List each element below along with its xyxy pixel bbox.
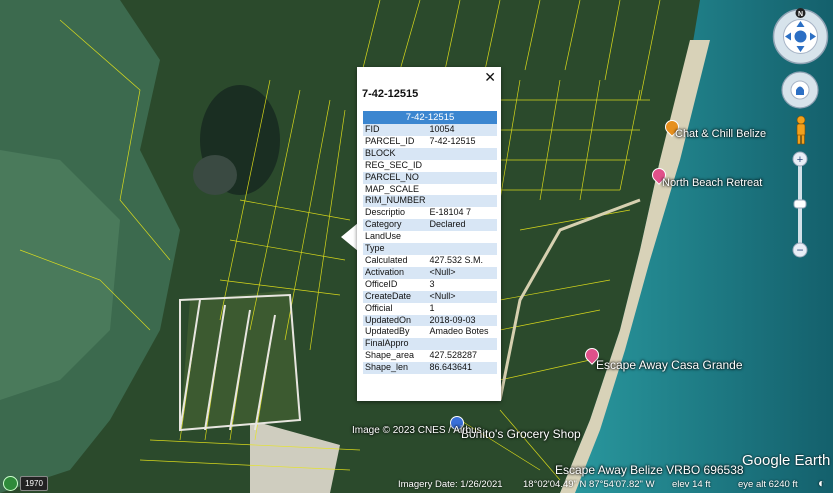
close-icon[interactable]: ✕ (484, 69, 496, 86)
zoom-thumb (793, 199, 807, 209)
table-row: MAP_SCALE (365, 183, 420, 194)
table-row: Descriptio E-18104 7 (365, 207, 472, 218)
zoom-slider[interactable]: + − (790, 150, 810, 260)
table-row: Official 1 (365, 302, 435, 313)
table-row: FID 10054 (363, 124, 497, 136)
popup-pointer (341, 223, 358, 251)
look-around-control[interactable] (781, 71, 819, 109)
table-row: Shape_len 86.643641 (363, 362, 497, 375)
table-row: LandUse (365, 231, 402, 242)
table-row: OfficeID 3 (365, 278, 435, 289)
attribute-table: 7-42-12515 FID 10054 PARCEL_ID 7-42-12515 … (363, 111, 497, 375)
table-row: Activation <Null> (363, 266, 497, 279)
compass-north-label: N (798, 11, 803, 18)
table-header: 7-42-12515 (363, 111, 497, 124)
table-row: BLOCK (363, 147, 497, 160)
north-beach-label[interactable]: North Beach Retreat (662, 177, 762, 189)
table-row: FinalAppro (363, 338, 497, 351)
eye-altitude: eye alt 6240 ft (738, 479, 798, 490)
pegman-icon[interactable] (794, 115, 808, 145)
table-row: RIM_NUMBER (363, 195, 497, 208)
table-row: Type (363, 243, 497, 255)
coordinates: 18°02'04.49" N 87°54'07.82" W (523, 479, 655, 490)
popup-title: 7-42-12515 (362, 88, 419, 100)
image-attribution: Image © 2023 CNES / Airbus (352, 425, 482, 436)
table-row: PARCEL_ID 7-42-12515 (365, 135, 476, 146)
table-row: UpdatedOn 2018-09-03 (363, 314, 497, 327)
table-row: PARCEL_NO (363, 171, 497, 184)
historical-imagery-icon[interactable] (3, 476, 18, 491)
table-row: CreateDate <Null> (363, 290, 497, 303)
escape-away-casa-label[interactable]: Escape Away Casa Grande (596, 358, 743, 372)
elevation: elev 14 ft (672, 479, 711, 490)
table-row: Category Declared (363, 219, 497, 232)
imagery-date: Imagery Date: 1/26/2021 (398, 479, 503, 490)
chat-chill-label[interactable]: Chat & Chill Belize (675, 128, 766, 140)
compass-navigation[interactable]: N (772, 8, 829, 65)
google-earth-logo: Google Earth (742, 452, 831, 469)
zoom-out-icon: − (796, 243, 803, 257)
zoom-in-icon: + (797, 154, 803, 166)
escape-away-vrbo-label[interactable]: Escape Away Belize VRBO 696538 (555, 463, 744, 477)
table-row: Shape_area 427.528287 (365, 350, 478, 361)
table-row: UpdatedBy Amadeo Botes (365, 326, 489, 337)
loading-icon: ◐ (818, 476, 826, 490)
table-row: REG_SEC_ID (365, 159, 423, 170)
table-row: Calculated 427.532 S.M. (365, 254, 484, 265)
info-popup: ✕ 7-42-12515 7-42-12515 FID 10054 PARCEL_… (357, 67, 501, 401)
historical-year-button[interactable]: 1970 (20, 476, 48, 491)
